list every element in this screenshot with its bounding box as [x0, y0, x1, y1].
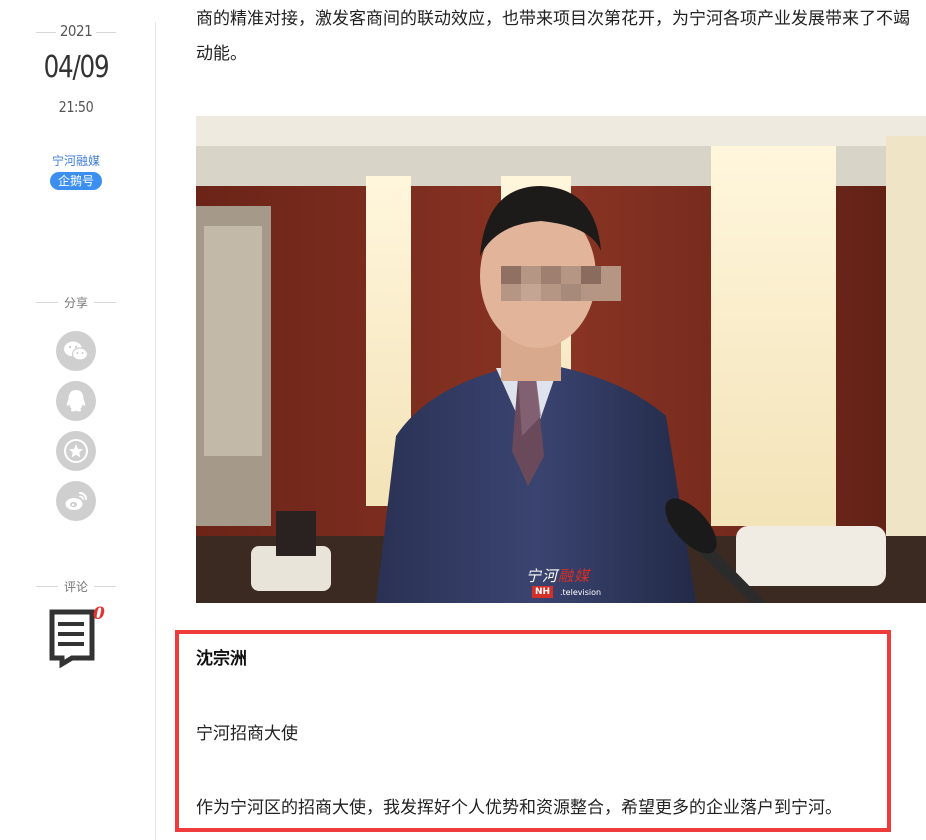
share-qq-button[interactable]: [56, 381, 96, 421]
publish-year-row: 2021: [36, 22, 116, 42]
divider: [96, 32, 116, 33]
comment-count: 0: [93, 604, 105, 624]
wechat-icon: [64, 341, 89, 361]
share-section-header: 分享: [36, 294, 116, 310]
share-wechat-button[interactable]: [56, 331, 96, 371]
person-name: 沈宗洲: [196, 649, 247, 669]
watermark-brand: 宁河: [526, 567, 559, 585]
publish-date: 04/09: [43, 50, 110, 85]
person-role: 宁河招商大使: [196, 724, 298, 744]
qq-icon: [66, 390, 86, 412]
watermark-tag: NH: [532, 586, 554, 598]
media-watermark: 宁河融媒 NH .television: [506, 565, 616, 601]
sidebar-divider: [155, 22, 156, 840]
publish-year: 2021: [59, 22, 93, 40]
star-favorite-icon: [64, 439, 88, 463]
publish-time: 21:50: [58, 98, 94, 116]
divider: [94, 586, 116, 587]
comment-section-header: 评论: [36, 578, 116, 594]
share-weibo-button[interactable]: [56, 481, 96, 521]
photo-man-in-suit-interview: [196, 116, 926, 603]
article-meta-sidebar: 2021 04/09 21:50 宁河融媒 企鹅号 分享 评论 0: [0, 0, 156, 840]
divider: [94, 302, 116, 303]
penguin-account-badge: 企鹅号: [50, 172, 102, 190]
watermark-brand-accent: 融媒: [558, 567, 591, 585]
article-photo: [196, 116, 926, 603]
weibo-icon: [65, 492, 87, 510]
watermark-subtitle: .television: [560, 588, 602, 597]
share-favorite-button[interactable]: [56, 431, 96, 471]
author-name-link[interactable]: 宁河融媒: [26, 152, 126, 169]
article-paragraph: 商的精准对接，激发客商间的联动效应，也带来项目次第花开，为宁河各项产业发展带来了…: [196, 9, 910, 64]
person-quote: 作为宁河区的招商大使，我发挥好个人优势和资源整合，希望更多的企业落户到宁河。: [196, 798, 842, 818]
